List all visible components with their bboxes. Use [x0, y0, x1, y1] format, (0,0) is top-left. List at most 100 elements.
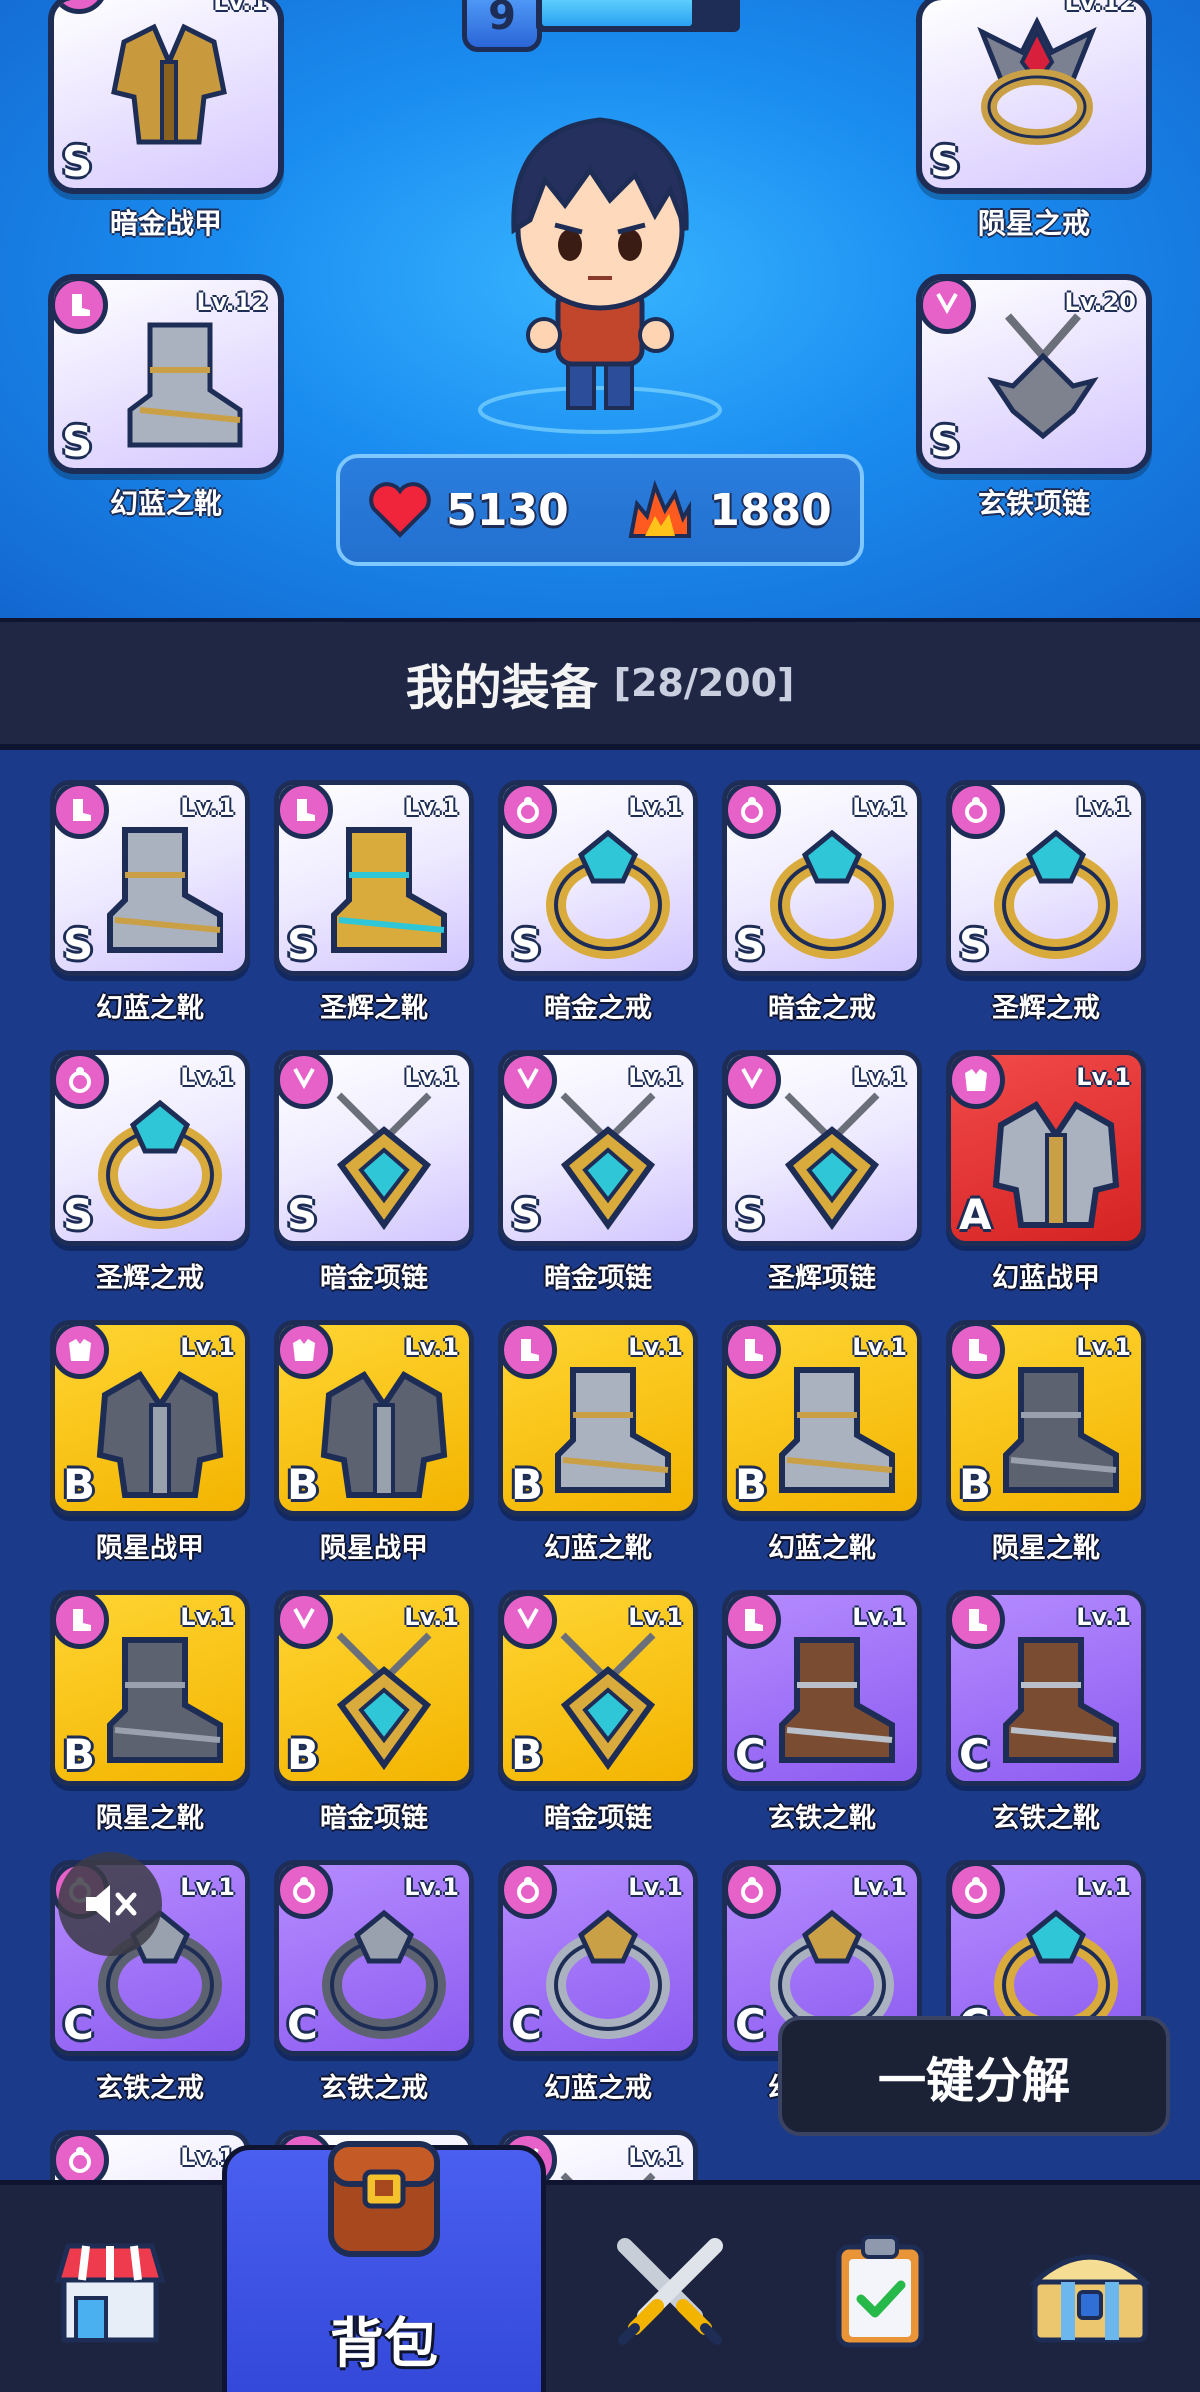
inventory-area[interactable]: Lv.1 S 幻蓝之靴 Lv.1 S 圣辉之靴 Lv.1 S 暗金之戒 Lv.1…	[0, 750, 1200, 2180]
crossed-swords-icon	[617, 2238, 723, 2345]
inventory-item[interactable]: Lv.1 B 陨星战甲	[50, 1320, 250, 1565]
inventory-item[interactable]: Lv.1 S 圣辉之戒	[946, 780, 1146, 1025]
item-name: 暗金项链	[544, 1803, 652, 1834]
inventory-title: 我的装备	[405, 660, 598, 716]
item-card[interactable]: Lv.1 B	[722, 1320, 922, 1516]
equipped-necklace-slot[interactable]: Lv.20 S 玄铁项链	[916, 274, 1152, 522]
item-name: 幻蓝之靴	[768, 1533, 876, 1564]
necklace-icon	[336, 1092, 432, 1231]
item-grade: C	[735, 2000, 766, 2049]
item-card[interactable]: Lv.1 B	[498, 1320, 698, 1516]
item-card[interactable]: Lv.1 A	[946, 1050, 1146, 1246]
ring-icon	[977, 16, 1097, 145]
inventory-item[interactable]: Lv.1 B 暗金项链	[274, 1590, 474, 1835]
treasure-chest-icon	[1028, 2254, 1152, 2343]
equipped-ring-grade: S	[930, 137, 961, 186]
inventory-item[interactable]: Lv.1 S 幻蓝之靴	[50, 780, 250, 1025]
equipped-boots-slot[interactable]: Lv.12 S 幻蓝之靴	[48, 274, 284, 522]
item-card[interactable]: Lv.1 B	[498, 1590, 698, 1786]
inventory-item[interactable]: Lv.1 S 暗金之戒	[722, 780, 922, 1025]
nav-tasks[interactable]	[770, 2185, 990, 2392]
inventory-item[interactable]: Lv.1 S 圣辉之靴	[274, 780, 474, 1025]
item-card[interactable]: Lv.1 B	[274, 1590, 474, 1786]
equipped-armor-grade: S	[62, 137, 93, 186]
equipped-boots-card[interactable]: Lv.12 S	[48, 274, 284, 474]
nav-shop[interactable]	[0, 2185, 220, 2392]
inventory-item[interactable]: Lv.1 B 陨星之靴	[946, 1320, 1146, 1565]
hp-stat: 5130	[368, 481, 569, 539]
inventory-item[interactable]: Lv.1 S 暗金项链	[498, 1050, 698, 1295]
xp-bar	[536, 0, 740, 32]
inventory-item[interactable]: Lv.1 A 幻蓝战甲	[946, 1050, 1146, 1295]
item-card[interactable]: Lv.1 B	[50, 1590, 250, 1786]
inventory-item[interactable]: Lv.1 S 暗金项链	[274, 1050, 474, 1295]
item-card[interactable]: Lv.1 S	[722, 1050, 922, 1246]
item-card[interactable]: Lv.1 C	[946, 1590, 1146, 1786]
inventory-item[interactable]: Lv.1 B 陨星之靴	[50, 1590, 250, 1835]
armor-icon	[320, 1371, 448, 1498]
boot-icon	[107, 827, 223, 953]
equipped-armor-slot[interactable]: Lv.1 S 暗金战甲	[48, 0, 284, 242]
equipped-ring-name: 陨星之戒	[977, 207, 1090, 240]
inventory-item[interactable]: Lv.1 S 暗金之戒	[498, 780, 698, 1025]
stats-panel: 5130 1880	[336, 454, 864, 566]
item-grade: B	[287, 1730, 320, 1779]
item-card[interactable]: Lv.1 S	[50, 2130, 250, 2180]
nav-bag[interactable]: 背包	[222, 2141, 546, 2392]
hp-value: 5130	[446, 484, 569, 536]
item-card[interactable]: Lv.1 S	[50, 1050, 250, 1246]
inventory-item[interactable]: Lv.1 B 幻蓝之靴	[498, 1320, 698, 1565]
inventory-item[interactable]: Lv.1 B 幻蓝之靴	[722, 1320, 922, 1565]
item-card[interactable]: Lv.1 S	[274, 780, 474, 976]
inventory-item[interactable]: Lv.1 S	[50, 2130, 250, 2180]
boot-icon	[331, 827, 447, 953]
equipped-ring-card[interactable]: Lv.12 S	[916, 0, 1152, 194]
item-card[interactable]: Lv.1 C	[498, 1860, 698, 2056]
power-value: 1880	[709, 484, 832, 536]
power-stat: 1880	[625, 480, 832, 540]
item-grade: C	[959, 1730, 990, 1779]
item-name: 暗金之戒	[544, 993, 652, 1024]
item-grade: B	[959, 1460, 992, 1509]
dismantle-all-button[interactable]: 一键分解	[778, 2016, 1170, 2136]
inventory-item[interactable]: Lv.1 S 圣辉之戒	[50, 1050, 250, 1295]
item-card[interactable]: Lv.1 S	[498, 1050, 698, 1246]
ring-icon	[994, 829, 1118, 959]
equipped-necklace-card[interactable]: Lv.20 S	[916, 274, 1152, 474]
item-grade: S	[511, 1190, 542, 1239]
item-name: 圣辉之戒	[96, 1263, 204, 1294]
inventory-item[interactable]: Lv.1 S 圣辉项链	[722, 1050, 922, 1295]
item-card[interactable]: Lv.1 S	[498, 780, 698, 976]
inventory-item[interactable]: Lv.1 C 幻蓝之戒	[498, 1860, 698, 2105]
item-grade: C	[63, 2000, 94, 2049]
equipped-ring-slot[interactable]: Lv.12 S 陨星之戒	[916, 0, 1152, 242]
boot-icon	[779, 1367, 895, 1493]
item-card[interactable]: Lv.1 C	[274, 1860, 474, 2056]
item-name: 幻蓝之戒	[544, 2073, 652, 2104]
ring-icon	[322, 1909, 446, 2039]
boot-icon	[779, 1637, 895, 1763]
inventory-item[interactable]: Lv.1 B 暗金项链	[498, 1590, 698, 1835]
item-card[interactable]: Lv.1 S	[722, 780, 922, 976]
item-card[interactable]: Lv.1 S	[274, 1050, 474, 1246]
item-name: 暗金之戒	[768, 993, 876, 1024]
inventory-item[interactable]: Lv.1 C 玄铁之靴	[946, 1590, 1146, 1835]
equipped-armor-card[interactable]: Lv.1 S	[48, 0, 284, 194]
item-card[interactable]: Lv.1 S	[946, 780, 1146, 976]
item-card[interactable]: Lv.1 B	[946, 1320, 1146, 1516]
nav-chest[interactable]	[980, 2185, 1200, 2392]
item-card[interactable]: Lv.1 C	[722, 1590, 922, 1786]
ring-icon	[770, 829, 894, 959]
shop-icon	[54, 2243, 166, 2343]
item-card[interactable]: Lv.1 B	[274, 1320, 474, 1516]
inventory-item[interactable]: Lv.1 C 玄铁之靴	[722, 1590, 922, 1835]
item-name: 陨星战甲	[96, 1533, 204, 1564]
inventory-count: [28/200]	[613, 661, 795, 705]
ring-icon	[159, 2179, 161, 2180]
item-card[interactable]: Lv.1 S	[50, 780, 250, 976]
inventory-item[interactable]: Lv.1 C 玄铁之戒	[274, 1860, 474, 2105]
item-card[interactable]: Lv.1 B	[50, 1320, 250, 1516]
nav-battle[interactable]	[560, 2185, 780, 2392]
inventory-item[interactable]: Lv.1 B 陨星战甲	[274, 1320, 474, 1565]
mute-button[interactable]	[58, 1852, 162, 1956]
